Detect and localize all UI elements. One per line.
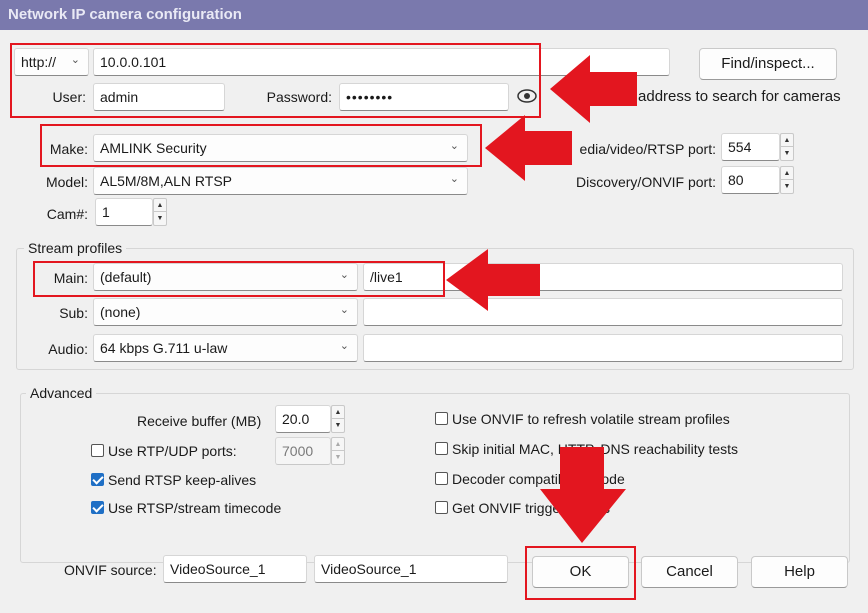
annotation-box-connection [10, 43, 541, 118]
audio-value: 64 kbps G.711 u-law [100, 340, 228, 356]
cam-number-stepper[interactable]: ▲ ▼ [153, 198, 167, 226]
rtp-udp-label: Use RTP/UDP ports: [108, 443, 237, 459]
chevron-down-icon: ⌄ [339, 304, 349, 316]
chevron-down-icon: ⌄ [449, 173, 459, 185]
annotation-arrow-icon [540, 447, 626, 543]
annotation-arrow-icon [446, 249, 540, 311]
sub-profile-value: (none) [100, 304, 141, 320]
onvif-triggers-checkbox[interactable] [435, 501, 448, 514]
onvif-refresh-label: Use ONVIF to refresh volatile stream pro… [452, 411, 730, 427]
title-bar: Network IP camera configuration [0, 0, 868, 30]
onvif-refresh-checkbox[interactable] [435, 412, 448, 425]
window-title: Network IP camera configuration [8, 6, 242, 23]
stream-profiles-title: Stream profiles [24, 240, 127, 256]
annotation-box-main-profile [33, 261, 445, 297]
help-button[interactable]: Help [751, 556, 848, 588]
receive-buffer-stepper[interactable]: ▲ ▼ [331, 405, 345, 433]
receive-buffer-label: Receive buffer (MB) [137, 413, 262, 429]
onvif-source-label: ONVIF source: [64, 562, 157, 578]
rtsp-port-input[interactable]: 554 [721, 133, 780, 161]
rtp-udp-port-input[interactable]: 7000 [275, 437, 331, 465]
camera-config-dialog: Network IP camera configuration http:// … [0, 0, 868, 613]
model-select[interactable]: AL5M/8M,ALN RTSP ⌄ [93, 167, 468, 195]
decoder-compat-checkbox[interactable] [435, 472, 448, 485]
rtp-udp-port-stepper[interactable]: ▲ ▼ [331, 437, 345, 465]
onvif-source-input-1[interactable]: VideoSource_1 [163, 555, 307, 583]
audio-path-input[interactable] [363, 334, 843, 362]
onvif-source-input-2[interactable]: VideoSource_1 [314, 555, 508, 583]
advanced-title: Advanced [26, 385, 97, 401]
annotation-box-ok [525, 546, 636, 600]
receive-buffer-input[interactable]: 20.0 [275, 405, 331, 433]
onvif-port-stepper[interactable]: ▲ ▼ [780, 166, 794, 194]
annotation-arrow-icon [485, 115, 572, 181]
audio-select[interactable]: 64 kbps G.711 u-law ⌄ [93, 334, 358, 362]
keepalive-checkbox[interactable] [91, 473, 104, 486]
cancel-button[interactable]: Cancel [641, 556, 738, 588]
sub-path-input[interactable] [363, 298, 843, 326]
chevron-down-icon: ⌄ [339, 340, 349, 352]
cam-number-label: Cam#: [46, 206, 88, 222]
rtsp-port-stepper[interactable]: ▲ ▼ [780, 133, 794, 161]
sub-profile-select[interactable]: (none) ⌄ [93, 298, 358, 326]
cam-number-input[interactable]: 1 [95, 198, 153, 226]
annotation-box-make [40, 124, 482, 167]
audio-label: Audio: [48, 341, 88, 357]
sub-profile-label: Sub: [59, 305, 88, 321]
model-label: Model: [45, 174, 88, 190]
keepalive-label: Send RTSP keep-alives [108, 472, 257, 488]
model-value: AL5M/8M,ALN RTSP [100, 173, 233, 189]
timecode-checkbox[interactable] [91, 501, 104, 514]
timecode-label: Use RTSP/stream timecode [108, 500, 282, 516]
find-inspect-button[interactable]: Find/inspect... [699, 48, 837, 80]
onvif-port-input[interactable]: 80 [721, 166, 780, 194]
skip-tests-checkbox[interactable] [435, 442, 448, 455]
rtp-udp-checkbox[interactable] [91, 444, 104, 457]
